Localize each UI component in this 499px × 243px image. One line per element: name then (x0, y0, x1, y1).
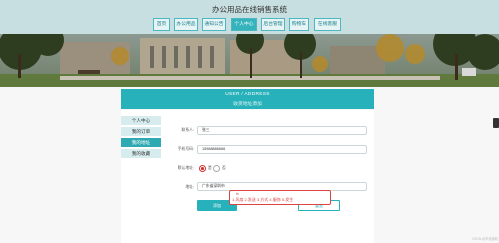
sidebar-item-personal-center[interactable]: 个人中心 (121, 116, 161, 125)
contact-name-label: 联系人: (181, 128, 194, 132)
page-header-bar: USER / ADDRESS 收货地址添加 (121, 89, 374, 109)
main-nav: 首页 办公用品 通知公告 个人中心 后台管理 购物车 在线客服 (0, 17, 499, 34)
nav-item-support[interactable]: 在线客服 (314, 18, 341, 31)
site-header: 办公用品在线销售系统 (0, 0, 499, 17)
default-no-label: 否 (222, 166, 226, 170)
ime-candidate[interactable]: 2.发送 (244, 197, 255, 202)
nav-item-admin[interactable]: 后台管理 (261, 18, 285, 31)
default-yes-radio[interactable] (199, 165, 206, 172)
address-label: 地址: (185, 185, 194, 189)
nav-item-cart[interactable]: 购物车 (289, 18, 309, 31)
ime-candidates: 1.风扇 2.发送 3.方式 4.服饰 5.发生 (232, 197, 293, 203)
page-header-chinese: 收货地址添加 (233, 102, 262, 107)
ime-input-text: fs (236, 192, 239, 196)
page-header-english: USER / ADDRESS (225, 92, 270, 97)
nav-item-personal-center[interactable]: 个人中心 (231, 18, 257, 31)
floating-side-tab[interactable] (493, 118, 499, 128)
ime-candidate[interactable]: 5.发生 (282, 197, 293, 202)
nav-item-home[interactable]: 首页 (153, 18, 170, 31)
sidebar-item-addresses[interactable]: 我的地址 (121, 138, 161, 147)
default-address-label: 默认地址: (177, 166, 194, 170)
ime-candidate[interactable]: 4.服饰 (269, 197, 280, 202)
ime-candidate[interactable]: 1.风扇 (232, 197, 243, 202)
watermark: CSDN @毕设源码 (472, 237, 498, 241)
nav-item-notices[interactable]: 通知公告 (202, 18, 226, 31)
contact-name-field[interactable]: 张三 (197, 126, 367, 135)
sidebar-item-orders[interactable]: 我的订单 (121, 127, 161, 136)
sidebar-item-favorites[interactable]: 我的收藏 (121, 149, 161, 158)
nav-item-products[interactable]: 办公用品 (174, 18, 198, 31)
default-no-radio[interactable] (213, 165, 220, 172)
site-title: 办公用品在线销售系统 (212, 5, 287, 14)
phone-label: 手机号码: (177, 147, 194, 151)
ime-candidate-popup: fs 1.风扇 2.发送 3.方式 4.服饰 5.发生 (229, 190, 331, 205)
default-yes-label: 是 (208, 166, 212, 170)
ime-candidate[interactable]: 3.方式 (257, 197, 268, 202)
phone-field[interactable]: 15988886666 (197, 145, 367, 154)
campus-banner-image (0, 34, 499, 87)
